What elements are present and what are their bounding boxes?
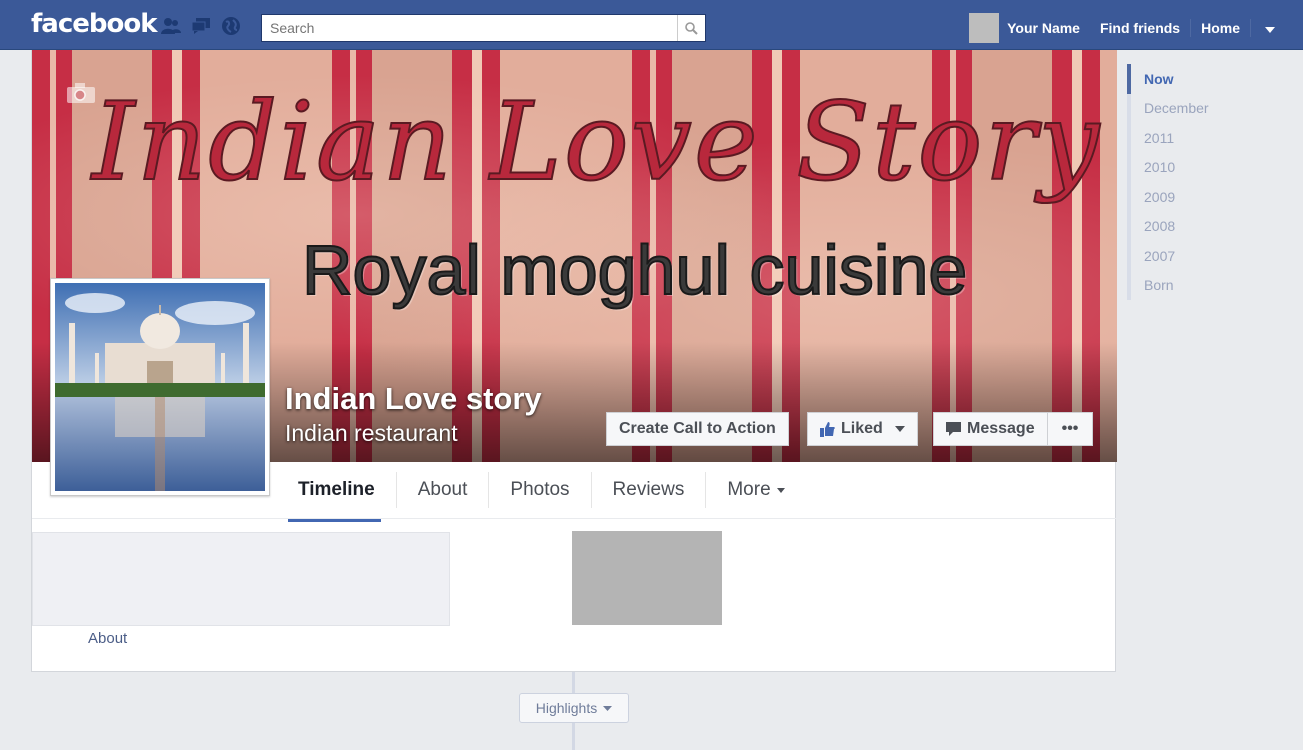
search-button[interactable]	[677, 15, 705, 41]
year-nav-2011[interactable]: 2011	[1127, 123, 1209, 153]
notification-icons	[160, 16, 242, 36]
tab-photos[interactable]: Photos	[489, 472, 592, 508]
year-nav-2010[interactable]: 2010	[1127, 152, 1209, 182]
year-nav-2008[interactable]: 2008	[1127, 211, 1209, 241]
message-group: Message •••	[933, 412, 1094, 446]
page-tabs: Timeline About Photos Reviews More	[277, 462, 806, 522]
message-label: Message	[967, 420, 1035, 437]
highlights-button[interactable]: Highlights	[519, 693, 629, 723]
cover-script-title: Indian Love Story	[91, 79, 1102, 206]
about-link[interactable]: About	[88, 630, 127, 647]
top-navigation-bar: facebook Your Name Find friends Home	[0, 0, 1303, 50]
profile-picture[interactable]	[50, 278, 270, 496]
messages-icon[interactable]	[190, 16, 212, 36]
facebook-logo[interactable]: facebook	[31, 9, 158, 39]
page-card: Indian Love Story Royal moghul cuisine I…	[31, 50, 1117, 672]
year-nav-born[interactable]: Born	[1127, 270, 1209, 300]
chevron-down-icon	[894, 426, 905, 432]
page-name[interactable]: Indian Love story	[285, 381, 542, 417]
change-cover-camera-icon[interactable]	[66, 82, 96, 104]
chevron-down-icon	[776, 487, 785, 493]
home-link[interactable]: Home	[1201, 20, 1240, 36]
year-nav-2009[interactable]: 2009	[1127, 182, 1209, 212]
tab-reviews[interactable]: Reviews	[592, 472, 707, 508]
divider	[1190, 19, 1192, 37]
highlights-label: Highlights	[535, 700, 598, 716]
thumbs-up-icon	[820, 421, 835, 437]
chevron-down-icon	[603, 705, 613, 711]
intro-placeholder-box	[32, 532, 450, 626]
find-friends-link[interactable]: Find friends	[1100, 20, 1180, 36]
tab-timeline[interactable]: Timeline	[277, 472, 397, 522]
user-nav: Your Name Find friends Home	[969, 13, 1275, 43]
year-nav-now[interactable]: Now	[1127, 64, 1209, 94]
tab-divider	[32, 518, 1117, 519]
friend-requests-icon[interactable]	[160, 16, 182, 36]
liked-label: Liked	[841, 420, 883, 437]
year-nav-december[interactable]: December	[1127, 93, 1209, 123]
account-menu-button[interactable]	[1265, 20, 1275, 36]
cover-subtitle: Royal moghul cuisine	[301, 230, 968, 310]
page-category[interactable]: Indian restaurant	[285, 420, 458, 447]
speech-bubble-icon	[946, 422, 961, 436]
photo-placeholder[interactable]	[572, 531, 722, 625]
search-icon	[685, 21, 698, 35]
create-call-to-action-button[interactable]: Create Call to Action	[606, 412, 789, 446]
search-input[interactable]	[262, 15, 677, 41]
message-button[interactable]: Message	[933, 412, 1048, 446]
chevron-down-icon	[1265, 27, 1275, 33]
notifications-globe-icon[interactable]	[220, 16, 242, 36]
liked-group: Liked	[807, 412, 918, 446]
more-options-button[interactable]: •••	[1047, 412, 1094, 446]
liked-button[interactable]: Liked	[807, 412, 918, 446]
tab-about[interactable]: About	[397, 472, 490, 508]
profile-link[interactable]: Your Name	[1007, 20, 1080, 36]
divider	[1250, 19, 1251, 37]
year-nav-2007[interactable]: 2007	[1127, 241, 1209, 271]
avatar[interactable]	[969, 13, 1000, 43]
cta-group: Create Call to Action	[606, 412, 789, 446]
cta-label: Create Call to Action	[619, 420, 776, 437]
tab-more[interactable]: More	[706, 472, 805, 508]
more-options-icon: •••	[1061, 420, 1079, 437]
timeline-year-nav: Now December 2011 2010 2009 2008 2007 Bo…	[1127, 64, 1209, 300]
tab-more-label: More	[727, 479, 771, 500]
search-bar	[261, 14, 706, 42]
